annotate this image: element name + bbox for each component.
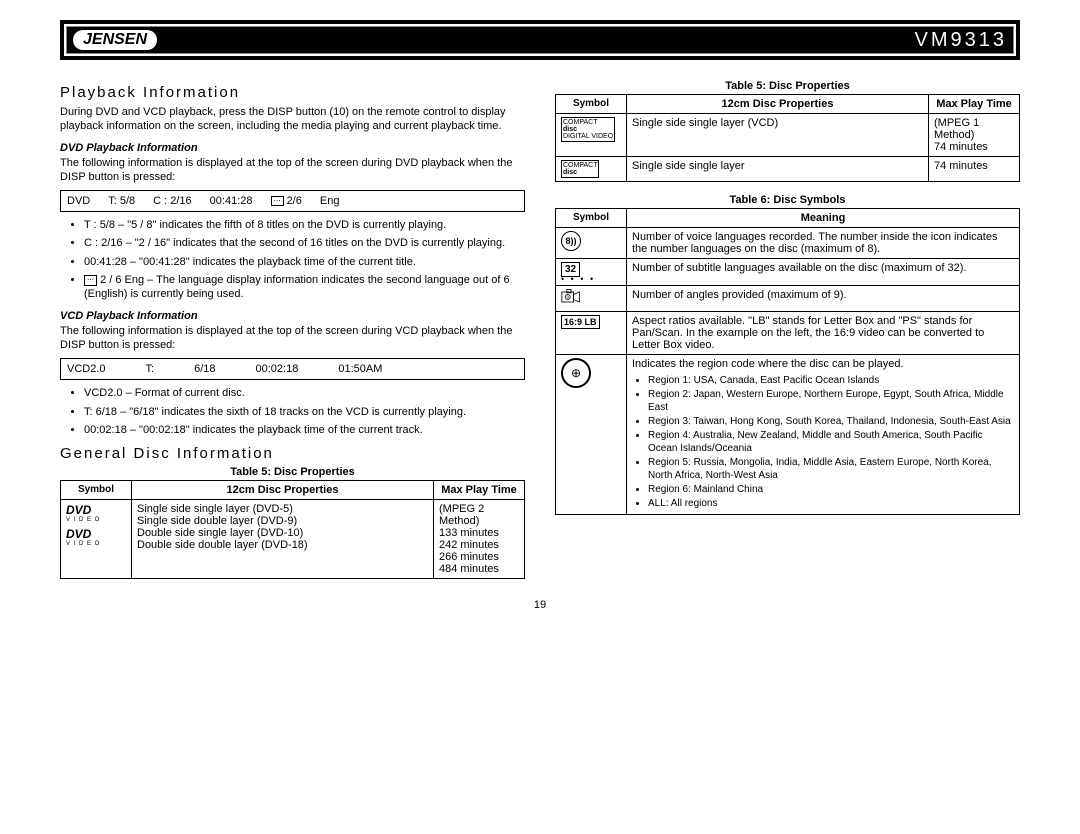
table5-caption-right: Table 5: Disc Properties <box>555 80 1020 92</box>
page-number: 19 <box>60 599 1020 611</box>
speech-icon: ⋯ <box>84 275 97 286</box>
table-row: 32 • • • • Number of subtitle languages … <box>556 259 1020 286</box>
list-item: Region 6: Mainland China <box>648 483 1014 496</box>
playback-intro: During DVD and VCD playback, press the D… <box>60 105 525 134</box>
table-row: 9 Number of angles provided (maximum of … <box>556 285 1020 311</box>
list-item: Region 4: Australia, New Zealand, Middle… <box>648 429 1014 455</box>
region-list: Region 1: USA, Canada, East Pacific Ocea… <box>632 374 1014 510</box>
th-symbol: Symbol <box>556 209 627 228</box>
list-item: C : 2/16 – "2 / 16" indicates that the s… <box>84 236 525 250</box>
table5-caption-left: Table 5: Disc Properties <box>60 466 525 478</box>
dvd-playback-para: The following information is displayed a… <box>60 156 525 185</box>
vcd-playback-subhead: VCD Playback Information <box>60 310 525 322</box>
table-row: ⊕ Indicates the region code where the di… <box>556 354 1020 514</box>
table6-caption: Table 6: Disc Symbols <box>555 194 1020 206</box>
dvd-bullet-list: T : 5/8 – "5 / 8" indicates the fifth of… <box>60 218 525 301</box>
list-item: Region 2: Japan, Western Europe, Norther… <box>648 388 1014 414</box>
vcd-logo-cell: COMPACTdiscDIGITAL VIDEO <box>556 114 627 157</box>
left-column: Playback Information During DVD and VCD … <box>60 76 525 579</box>
list-item: Region 1: USA, Canada, East Pacific Ocea… <box>648 374 1014 387</box>
th-time: Max Play Time <box>929 95 1020 114</box>
td-props: Single side single layer (DVD-5) Single … <box>132 500 434 579</box>
th-meaning: Meaning <box>627 209 1020 228</box>
table-row: COMPACTdiscDIGITAL VIDEO Single side sin… <box>556 114 1020 157</box>
compact-disc-icon: COMPACTdiscDIGITAL VIDEO <box>561 117 615 142</box>
list-item: ⋯ 2 / 6 Eng – The language display infor… <box>84 273 525 302</box>
brand-logo: JENSEN <box>73 30 157 50</box>
speech-icon: ⋯ <box>271 196 284 206</box>
cd-logo-cell: COMPACTdisc <box>556 157 627 182</box>
dvd-playback-subhead: DVD Playback Information <box>60 142 525 154</box>
th-symbol: Symbol <box>61 481 132 500</box>
playback-info-heading: Playback Information <box>60 84 525 101</box>
table-row: 16:9 LB Aspect ratios available. "LB" st… <box>556 311 1020 354</box>
dvd-logo-icon: DVD <box>66 527 126 541</box>
voice-lang-icon: 8)) <box>561 231 581 251</box>
list-item: Region 5: Russia, Mongolia, India, Middl… <box>648 456 1014 482</box>
model-number: VM9313 <box>915 29 1008 52</box>
region-code-icon: ⊕ <box>561 358 591 388</box>
compact-disc-icon: COMPACTdisc <box>561 160 599 178</box>
list-item: T : 5/8 – "5 / 8" indicates the fifth of… <box>84 218 525 232</box>
right-column: Table 5: Disc Properties Symbol 12cm Dis… <box>555 76 1020 579</box>
angle-icon: 9 <box>556 285 627 311</box>
table-row: 8)) Number of voice languages recorded. … <box>556 228 1020 259</box>
list-item: T: 6/18 – "6/18" indicates the sixth of … <box>84 405 525 419</box>
th-prop: 12cm Disc Properties <box>627 95 929 114</box>
dvd-logo-cell: DVD V I D E O DVD V I D E O <box>61 500 132 579</box>
disc-symbols-table: Symbol Meaning 8)) Number of voice langu… <box>555 208 1020 515</box>
th-prop: 12cm Disc Properties <box>132 481 434 500</box>
table-row: COMPACTdisc Single side single layer 74 … <box>556 157 1020 182</box>
disc-properties-table-left: Symbol 12cm Disc Properties Max Play Tim… <box>60 480 525 579</box>
list-item: 00:02:18 – "00:02:18" indicates the play… <box>84 423 525 437</box>
list-item: 00:41:28 – "00:41:28" indicates the play… <box>84 255 525 269</box>
list-item: ALL: All regions <box>648 497 1014 510</box>
disc-properties-table-right: Symbol 12cm Disc Properties Max Play Tim… <box>555 94 1020 182</box>
vcd-bullet-list: VCD2.0 – Format of current disc. T: 6/18… <box>60 386 525 437</box>
table-row: DVD V I D E O DVD V I D E O Single side … <box>61 500 525 579</box>
general-disc-heading: General Disc Information <box>60 445 525 462</box>
list-item: VCD2.0 – Format of current disc. <box>84 386 525 400</box>
list-item: Region 3: Taiwan, Hong Kong, South Korea… <box>648 415 1014 428</box>
vcd-info-box: VCD2.0 T: 6/18 00:02:18 01:50AM <box>60 358 525 380</box>
aspect-ratio-icon: 16:9 LB <box>561 315 600 329</box>
th-symbol: Symbol <box>556 95 627 114</box>
dvd-logo-icon: DVD <box>66 503 126 517</box>
page-header: JENSEN VM9313 <box>60 20 1020 60</box>
dvd-info-box: DVD T: 5/8 C : 2/16 00:41:28 ⋯ 2/6 Eng <box>60 190 525 212</box>
th-time: Max Play Time <box>434 481 525 500</box>
vcd-playback-para: The following information is displayed a… <box>60 324 525 353</box>
td-time: (MPEG 2 Method) 133 minutes 242 minutes … <box>434 500 525 579</box>
